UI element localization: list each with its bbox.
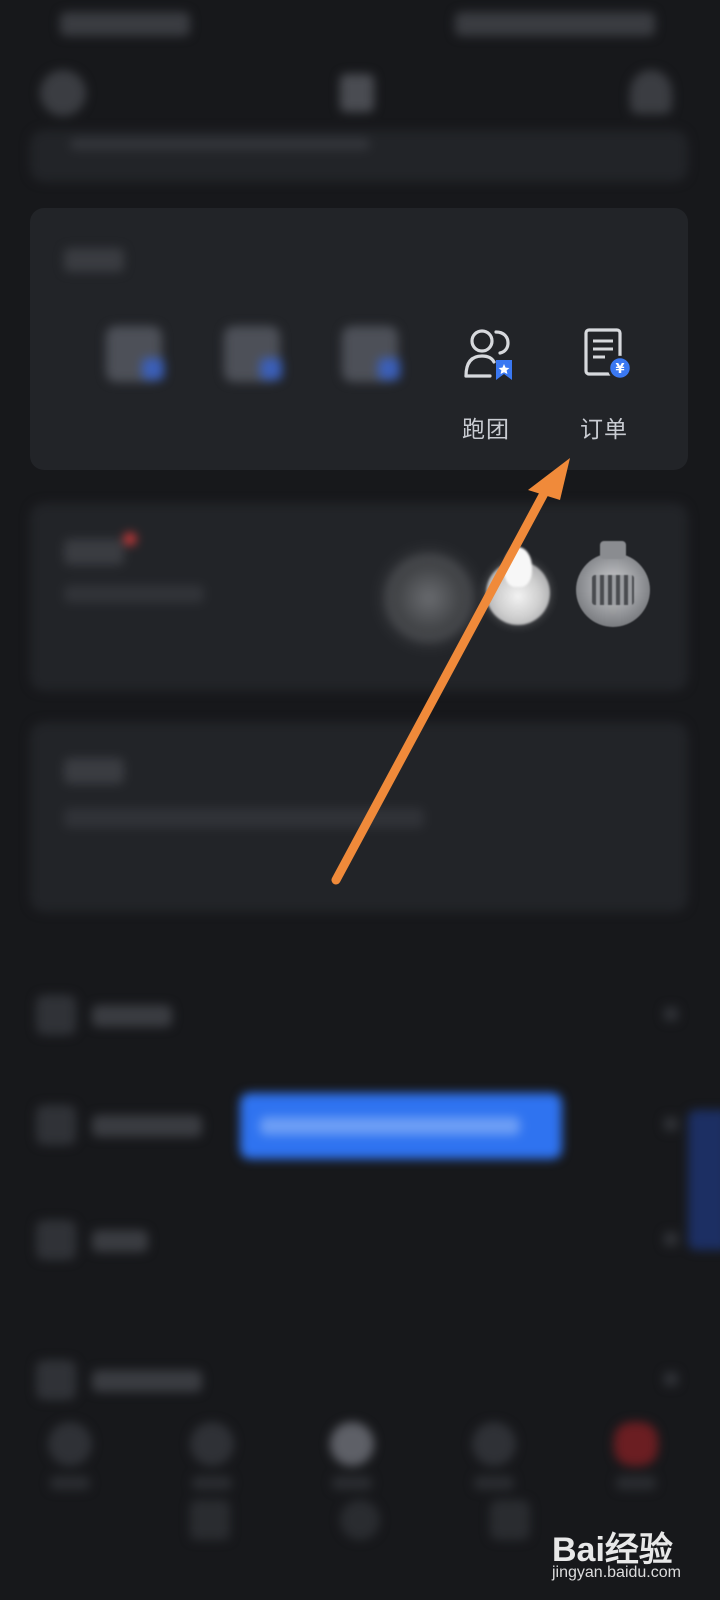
list-item[interactable]: [34, 1210, 684, 1270]
stats-icon[interactable]: [340, 74, 374, 112]
service-item-running-group[interactable]: 跑团: [436, 326, 536, 446]
medal-badge[interactable]: [576, 541, 650, 627]
group-icon: [464, 329, 512, 380]
nav-tab-icon: [190, 1422, 234, 1466]
watermark-url: jingyan.baidu.com: [552, 1564, 681, 1581]
nav-tab[interactable]: [464, 1422, 524, 1502]
promo-button[interactable]: [240, 1093, 562, 1159]
nav-tab-label: [332, 1476, 372, 1490]
medal-badge[interactable]: [386, 555, 472, 641]
nav-tab-icon: [48, 1422, 92, 1466]
service-item-orders[interactable]: ¥ 订单: [554, 326, 654, 446]
service-item[interactable]: [200, 326, 300, 446]
medals-row: [30, 503, 688, 691]
chevron-right-icon: [664, 1117, 678, 1131]
list-item-label: [92, 1005, 172, 1027]
route-icon: [342, 326, 400, 382]
nav-tab-label: [192, 1476, 232, 1490]
plan-subtitle: [64, 808, 424, 828]
floating-side-tab[interactable]: [688, 1110, 720, 1250]
nav-tab-icon: [472, 1422, 516, 1466]
list-item-icon: [36, 1220, 76, 1260]
nav-tab-label: [50, 1476, 90, 1490]
training-plan-card[interactable]: [30, 722, 688, 912]
svg-text:¥: ¥: [615, 362, 624, 377]
nav-tab-label: [474, 1476, 514, 1490]
medal-badge[interactable]: [486, 547, 550, 625]
list-item-icon: [36, 1360, 76, 1400]
avatar[interactable]: [40, 70, 86, 116]
nav-tab[interactable]: [322, 1422, 382, 1502]
home-button[interactable]: [340, 1500, 380, 1540]
service-item[interactable]: [82, 326, 182, 446]
services-title: [64, 248, 124, 272]
order-icon: ¥: [584, 328, 633, 381]
service-label: 订单: [580, 417, 628, 443]
back-button[interactable]: [190, 1500, 230, 1540]
chevron-right-icon: [664, 1232, 678, 1246]
list-item-label: [92, 1230, 148, 1252]
promo-button-label: [260, 1117, 520, 1135]
plan-title: [64, 758, 124, 784]
nav-tab[interactable]: [40, 1422, 100, 1502]
list-item-label: [92, 1115, 202, 1137]
bell-icon[interactable]: [630, 70, 672, 114]
chevron-right-icon: [664, 1007, 678, 1021]
services-card: 跑团 ¥ 订单: [30, 208, 688, 470]
service-label: 跑团: [462, 417, 510, 443]
profile-summary-card: [30, 130, 688, 182]
list-item-icon: [36, 995, 76, 1035]
watermark: Bai经验 jingyan.baidu.com: [552, 1522, 714, 1594]
nav-tab-icon: [614, 1422, 658, 1466]
list-item[interactable]: [34, 1350, 684, 1410]
chat-icon: [106, 326, 164, 382]
watch-icon: [36, 1105, 76, 1145]
calendar-icon: [224, 326, 282, 382]
recents-button[interactable]: [490, 1500, 530, 1540]
list-item-label: [92, 1370, 202, 1392]
nav-tab-label: [616, 1476, 656, 1490]
nav-tab[interactable]: [182, 1422, 242, 1502]
profile-summary-line: [70, 138, 370, 150]
nav-tab[interactable]: [606, 1422, 666, 1502]
status-bar-right: [455, 12, 655, 36]
list-item[interactable]: [34, 985, 684, 1045]
chevron-right-icon: [664, 1372, 678, 1386]
nav-tab-icon: [330, 1422, 374, 1466]
service-item[interactable]: [318, 326, 418, 446]
status-bar-left: [60, 12, 190, 36]
